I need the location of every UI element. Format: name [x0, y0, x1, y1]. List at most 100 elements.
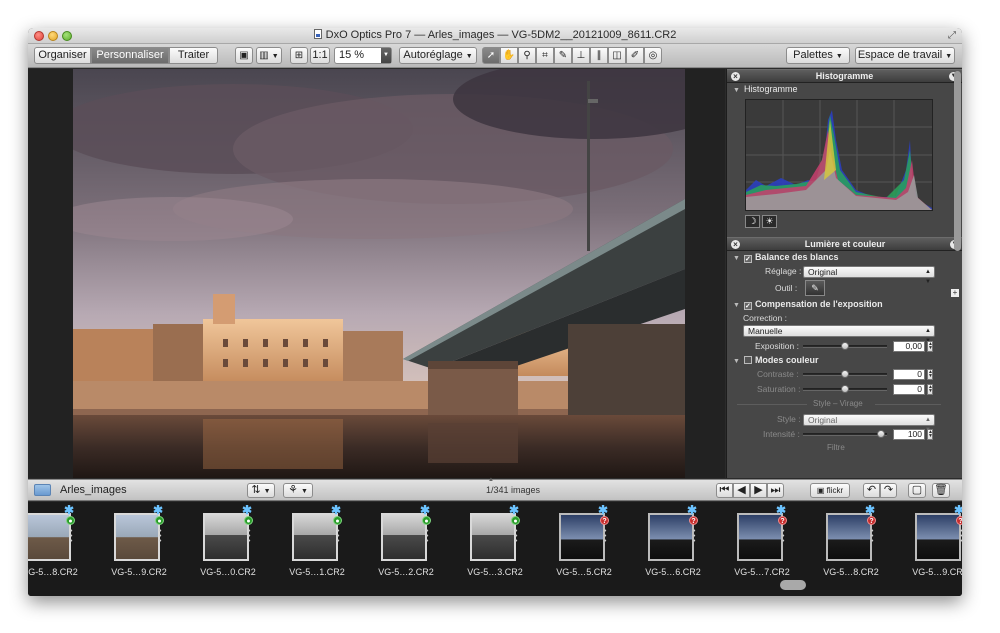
- saturation-value-field[interactable]: 0: [893, 384, 925, 395]
- close-icon[interactable]: ×: [731, 72, 740, 81]
- filmstrip-thumbnail[interactable]: ✱ ● • • • VG-5…0.CR2: [180, 503, 269, 583]
- rating-dots-icon[interactable]: •••: [426, 528, 428, 545]
- rotate-right-button[interactable]: ↷: [880, 483, 897, 498]
- thumbnail-image[interactable]: [915, 513, 961, 561]
- resize-grip-icon[interactable]: ▲: [488, 477, 494, 483]
- eyedropper-tool[interactable]: ✎: [554, 47, 572, 64]
- perspective-tool[interactable]: ∥: [590, 47, 608, 64]
- single-view-button[interactable]: ▣: [235, 47, 253, 64]
- thumbnail-image[interactable]: [28, 513, 71, 561]
- rating-dots-icon[interactable]: •••: [70, 528, 72, 545]
- rating-dots-icon[interactable]: •••: [960, 528, 962, 545]
- shadow-clipping-button[interactable]: ☽: [745, 215, 760, 228]
- rating-dots-icon[interactable]: •••: [604, 528, 606, 545]
- thumbnail-image[interactable]: [381, 513, 427, 561]
- rating-dots-icon[interactable]: •••: [871, 528, 873, 545]
- rotate-left-button[interactable]: ↶: [863, 483, 880, 498]
- expand-plus-icon[interactable]: +: [951, 289, 959, 297]
- filmstrip-thumbnail[interactable]: ✱● ••• VG-5…8.CR2: [28, 503, 91, 583]
- white-balance-setting-select[interactable]: Original ▲ ▼: [803, 266, 935, 285]
- disclosure-triangle-icon[interactable]: ▼: [733, 255, 740, 262]
- thumbnail-image[interactable]: [203, 513, 249, 561]
- compare-view-button[interactable]: ▥ ▼: [256, 47, 282, 64]
- tab-traiter[interactable]: Traiter: [169, 47, 218, 64]
- exposure-correction-select[interactable]: Manuelle▲▼: [743, 325, 935, 344]
- white-balance-picker-button[interactable]: ✎: [805, 280, 825, 296]
- fullscreen-button[interactable]: ▢: [908, 483, 926, 498]
- repair-tool[interactable]: ✐: [626, 47, 644, 64]
- thumbnail-image[interactable]: [559, 513, 605, 561]
- rating-dots-icon[interactable]: •••: [159, 528, 161, 545]
- sort-button[interactable]: ⇅ ▼: [247, 483, 275, 498]
- thumbnail-image[interactable]: [114, 513, 160, 561]
- thumbnail-image[interactable]: [292, 513, 338, 561]
- disclosure-triangle-icon[interactable]: ▼: [733, 358, 740, 365]
- main-photo[interactable]: [73, 69, 685, 478]
- filmstrip-thumbnail[interactable]: ✱? • • • VG-5…5.CR2: [536, 503, 625, 583]
- flickr-export-button[interactable]: ▣ flickr: [810, 483, 850, 498]
- thumbnail-image[interactable]: [648, 513, 694, 561]
- autoreglage-button[interactable]: Autoréglage ▼: [399, 47, 477, 64]
- filmstrip-thumbnail[interactable]: ✱ ● • • • VG-5…3.CR2: [447, 503, 536, 583]
- next-image-button[interactable]: ▶: [750, 483, 767, 498]
- style-select[interactable]: Original▲▼: [803, 414, 935, 433]
- filmstrip-thumbnail[interactable]: ✱? • • • VG-5…6.CR2: [625, 503, 714, 583]
- palette-scrollbar[interactable]: [954, 71, 961, 251]
- tab-organiser[interactable]: Organiser: [34, 47, 91, 64]
- histogram-palette-header[interactable]: × Histogramme ▼: [727, 69, 962, 83]
- pointer-tool[interactable]: ➚: [482, 47, 500, 64]
- highlight-clipping-button[interactable]: ☀: [762, 215, 777, 228]
- exposure-checkbox[interactable]: ✓: [743, 302, 752, 310]
- fit-to-screen-button[interactable]: ⊞: [290, 47, 308, 64]
- rating-dots-icon[interactable]: •••: [337, 528, 339, 545]
- image-viewer[interactable]: [28, 69, 725, 478]
- exposure-section[interactable]: ▼ ✓ Compensation de l'exposition: [727, 298, 962, 311]
- white-balance-checkbox[interactable]: ✓: [743, 255, 752, 263]
- contrast-slider-knob[interactable]: [841, 370, 849, 378]
- spot-tool[interactable]: ◎: [644, 47, 662, 64]
- exposure-stepper[interactable]: ▲ ▼: [927, 341, 933, 352]
- exposure-value-field[interactable]: 0,00: [893, 341, 925, 352]
- zoom-select[interactable]: 15 % ▼: [334, 47, 392, 64]
- filmstrip-thumbnail[interactable]: ✱ ● • • • VG-5…9.CR2: [91, 503, 180, 583]
- zoom-tool[interactable]: ⚲: [518, 47, 536, 64]
- intensity-slider[interactable]: [803, 433, 887, 436]
- exposure-slider-knob[interactable]: [841, 342, 849, 350]
- filmstrip-thumbnail[interactable]: ✱? • • • VG-5…8.CR2: [803, 503, 892, 583]
- rating-dots-icon[interactable]: •••: [515, 528, 517, 545]
- disclosure-triangle-icon[interactable]: ▼: [733, 302, 740, 309]
- saturation-slider-knob[interactable]: [841, 385, 849, 393]
- histogram-section[interactable]: ▼ Histogramme: [727, 83, 962, 96]
- thumbnail-image[interactable]: [470, 513, 516, 561]
- last-image-button[interactable]: ⏭: [767, 483, 784, 498]
- thumbnail-image[interactable]: [737, 513, 783, 561]
- hand-tool[interactable]: ✋: [500, 47, 518, 64]
- intensity-value-field[interactable]: 100: [893, 429, 925, 440]
- close-icon[interactable]: ×: [731, 240, 740, 249]
- first-image-button[interactable]: ⏮: [716, 483, 733, 498]
- rating-dots-icon[interactable]: •••: [693, 528, 695, 545]
- intensity-slider-knob[interactable]: [877, 430, 885, 438]
- actual-size-button[interactable]: 1:1: [310, 47, 330, 64]
- red-eye-tool[interactable]: ◫: [608, 47, 626, 64]
- saturation-stepper[interactable]: ▲ ▼: [927, 384, 933, 395]
- filter-button[interactable]: ⚘ ▼: [283, 483, 313, 498]
- color-modes-section[interactable]: ▼ Modes couleur: [727, 354, 962, 367]
- tab-personnaliser[interactable]: Personnaliser: [91, 47, 169, 64]
- palettes-button[interactable]: Palettes ▼: [786, 47, 850, 64]
- contrast-value-field[interactable]: 0: [893, 369, 925, 380]
- horizon-tool[interactable]: ⊥: [572, 47, 590, 64]
- thumbnail-image[interactable]: [826, 513, 872, 561]
- intensity-stepper[interactable]: ▲ ▼: [927, 429, 933, 440]
- light-palette-header[interactable]: × Lumière et couleur ▼: [727, 237, 962, 251]
- previous-image-button[interactable]: ◀: [733, 483, 750, 498]
- filmstrip-thumbnail[interactable]: ✱? • • • VG-5…7.CR2: [714, 503, 803, 583]
- crop-tool[interactable]: ⌗: [536, 47, 554, 64]
- contrast-stepper[interactable]: ▲ ▼: [927, 369, 933, 380]
- workspace-button[interactable]: Espace de travail ▼: [855, 47, 955, 64]
- filmstrip-thumbnail[interactable]: ✱ ● • • • VG-5…1.CR2: [269, 503, 358, 583]
- disclosure-triangle-icon[interactable]: ▼: [733, 87, 740, 94]
- trash-button[interactable]: 🗑: [932, 483, 950, 498]
- rating-dots-icon[interactable]: •••: [248, 528, 250, 545]
- filmstrip-thumbnail[interactable]: ✱ ● • • • VG-5…2.CR2: [358, 503, 447, 583]
